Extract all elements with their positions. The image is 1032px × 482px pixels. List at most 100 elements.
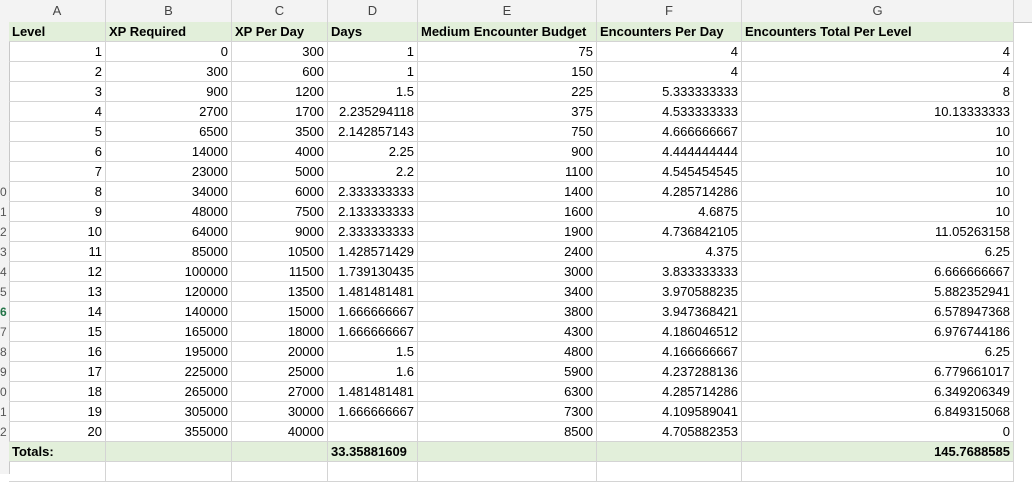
cell-a[interactable]: 9 — [9, 202, 106, 222]
cell-g[interactable]: 6.849315068 — [742, 402, 1014, 422]
cell-e[interactable]: 3800 — [418, 302, 597, 322]
cell-b[interactable]: 48000 — [106, 202, 232, 222]
cell-c[interactable]: 30000 — [232, 402, 328, 422]
header-cell-f[interactable]: Encounters Per Day — [597, 22, 742, 42]
row-number[interactable]: 2 — [0, 222, 9, 242]
column-header-d[interactable]: D — [328, 0, 418, 22]
cell-e[interactable]: 3000 — [418, 262, 597, 282]
cell-c[interactable]: 1700 — [232, 102, 328, 122]
cell-d[interactable]: 1.5 — [328, 342, 418, 362]
cell-e[interactable]: 2400 — [418, 242, 597, 262]
cell-f[interactable]: 4.6875 — [597, 202, 742, 222]
row-number[interactable]: 3 — [0, 242, 9, 262]
totals-days[interactable]: 33.35881609 — [328, 442, 418, 462]
cell-b[interactable]: 2700 — [106, 102, 232, 122]
totals-cell-c[interactable] — [232, 442, 328, 462]
cell-g[interactable]: 6.349206349 — [742, 382, 1014, 402]
cell-a[interactable]: 5 — [9, 122, 106, 142]
row-number[interactable] — [0, 82, 9, 102]
cell-f[interactable]: 4.166666667 — [597, 342, 742, 362]
cell-d[interactable]: 2.142857143 — [328, 122, 418, 142]
cell-a[interactable]: 17 — [9, 362, 106, 382]
cell-c[interactable]: 25000 — [232, 362, 328, 382]
cell-f[interactable]: 5.333333333 — [597, 82, 742, 102]
cell-b[interactable]: 34000 — [106, 182, 232, 202]
cell-a[interactable]: 7 — [9, 162, 106, 182]
cell-a[interactable]: 13 — [9, 282, 106, 302]
totals-label[interactable]: Totals: — [9, 442, 106, 462]
row-number[interactable] — [0, 142, 9, 162]
cell-e[interactable]: 1400 — [418, 182, 597, 202]
cell-e[interactable]: 1100 — [418, 162, 597, 182]
row-number[interactable] — [0, 162, 9, 182]
cell-a[interactable]: 1 — [9, 42, 106, 62]
totals-cell-e[interactable] — [418, 442, 597, 462]
cell-b[interactable]: 165000 — [106, 322, 232, 342]
cell-g[interactable]: 6.976744186 — [742, 322, 1014, 342]
column-header-a[interactable]: A — [9, 0, 106, 22]
cell-e[interactable]: 75 — [418, 42, 597, 62]
cell-e[interactable]: 375 — [418, 102, 597, 122]
cell-c[interactable]: 4000 — [232, 142, 328, 162]
cell-e[interactable]: 8500 — [418, 422, 597, 442]
cell-g[interactable]: 10 — [742, 162, 1014, 182]
cell-g[interactable]: 11.05263158 — [742, 222, 1014, 242]
row-number[interactable]: 1 — [0, 402, 9, 422]
cell-d[interactable]: 1.5 — [328, 82, 418, 102]
cell-g[interactable]: 6.666666667 — [742, 262, 1014, 282]
cell-f[interactable]: 4.444444444 — [597, 142, 742, 162]
cell-b[interactable]: 14000 — [106, 142, 232, 162]
cell-d[interactable]: 2.333333333 — [328, 222, 418, 242]
cell-b[interactable]: 85000 — [106, 242, 232, 262]
cell-f[interactable]: 4.109589041 — [597, 402, 742, 422]
cell-a[interactable]: 12 — [9, 262, 106, 282]
empty-cell[interactable] — [742, 462, 1014, 482]
cell-a[interactable]: 3 — [9, 82, 106, 102]
cell-f[interactable]: 4 — [597, 42, 742, 62]
column-header-g[interactable]: G — [742, 0, 1014, 22]
cell-d[interactable]: 2.133333333 — [328, 202, 418, 222]
cell-c[interactable]: 40000 — [232, 422, 328, 442]
cell-f[interactable]: 4.237288136 — [597, 362, 742, 382]
cell-g[interactable]: 4 — [742, 42, 1014, 62]
cell-f[interactable]: 4.666666667 — [597, 122, 742, 142]
empty-cell[interactable] — [328, 462, 418, 482]
cell-a[interactable]: 8 — [9, 182, 106, 202]
cell-f[interactable]: 4.533333333 — [597, 102, 742, 122]
column-header-c[interactable]: C — [232, 0, 328, 22]
cell-f[interactable]: 4.375 — [597, 242, 742, 262]
cell-c[interactable]: 1200 — [232, 82, 328, 102]
cell-a[interactable]: 18 — [9, 382, 106, 402]
cell-c[interactable]: 3500 — [232, 122, 328, 142]
cell-c[interactable]: 13500 — [232, 282, 328, 302]
cell-b[interactable]: 0 — [106, 42, 232, 62]
cell-g[interactable]: 10 — [742, 202, 1014, 222]
cell-g[interactable]: 10 — [742, 142, 1014, 162]
row-number[interactable] — [0, 122, 9, 142]
cell-g[interactable]: 10.13333333 — [742, 102, 1014, 122]
cell-c[interactable]: 18000 — [232, 322, 328, 342]
cell-b[interactable]: 23000 — [106, 162, 232, 182]
cell-e[interactable]: 750 — [418, 122, 597, 142]
cell-g[interactable]: 0 — [742, 422, 1014, 442]
cell-a[interactable]: 4 — [9, 102, 106, 122]
cell-e[interactable]: 7300 — [418, 402, 597, 422]
header-cell-b[interactable]: XP Required — [106, 22, 232, 42]
row-number[interactable] — [0, 22, 9, 42]
row-number[interactable]: 7 — [0, 322, 9, 342]
cell-d[interactable] — [328, 422, 418, 442]
row-number[interactable] — [0, 62, 9, 82]
cell-e[interactable]: 5900 — [418, 362, 597, 382]
row-number[interactable]: 1 — [0, 202, 9, 222]
cell-f[interactable]: 4 — [597, 62, 742, 82]
cell-c[interactable]: 15000 — [232, 302, 328, 322]
cell-e[interactable]: 150 — [418, 62, 597, 82]
row-number[interactable]: 0 — [0, 382, 9, 402]
cell-g[interactable]: 10 — [742, 182, 1014, 202]
cell-b[interactable]: 300 — [106, 62, 232, 82]
row-number[interactable]: 2 — [0, 422, 9, 442]
row-number[interactable] — [0, 102, 9, 122]
cell-b[interactable]: 900 — [106, 82, 232, 102]
row-number[interactable]: 5 — [0, 282, 9, 302]
cell-a[interactable]: 11 — [9, 242, 106, 262]
